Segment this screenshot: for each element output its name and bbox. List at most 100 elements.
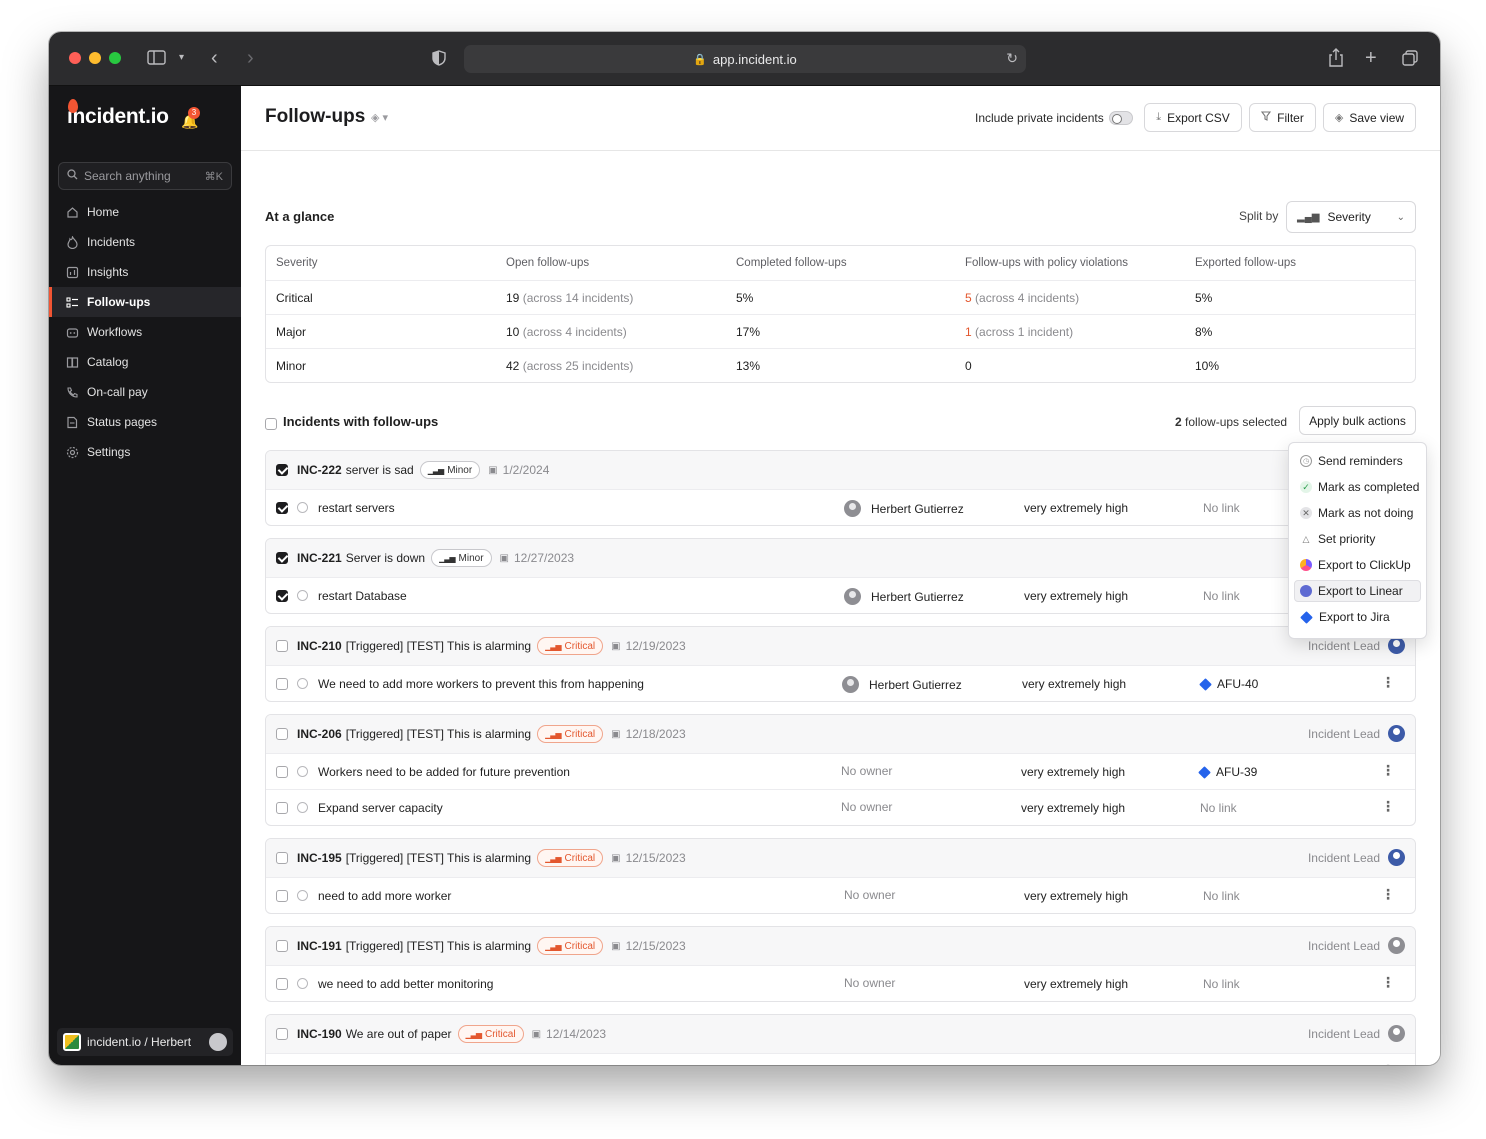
avatar[interactable] [1388, 849, 1405, 866]
sidebar-item-on-call-pay[interactable]: On-call pay [49, 377, 241, 407]
follow-up-owner[interactable]: No owner [841, 800, 892, 814]
incident-group-header[interactable]: INC-210 [Triggered] [TEST] This is alarm… [266, 627, 1415, 665]
export-csv-button[interactable]: ⤓ Export CSV [1144, 103, 1242, 132]
follow-up-checkbox[interactable] [276, 501, 288, 514]
back-icon[interactable]: ‹ [211, 46, 218, 70]
follow-up-owner[interactable]: Herbert Gutierrez [842, 676, 962, 693]
filter-button[interactable]: Filter [1249, 103, 1316, 132]
follow-up-owner[interactable]: No owner [841, 1064, 892, 1065]
follow-up-checkbox[interactable] [276, 889, 288, 902]
incident-ref[interactable]: INC-222 [297, 463, 342, 477]
incident-title[interactable]: server is sad [346, 463, 414, 477]
incident-group-header[interactable]: INC-191 [Triggered] [TEST] This is alarm… [266, 927, 1415, 965]
status-circle-icon[interactable] [297, 978, 308, 989]
minimize-window-button[interactable] [89, 52, 101, 64]
sidebar-item-status-pages[interactable]: Status pages [49, 407, 241, 437]
incident-group-header[interactable]: INC-222 server is sad ▁▃▅ Minor ▣ 1/2/2024 [266, 451, 1415, 489]
follow-up-link[interactable]: No link [1200, 801, 1237, 815]
sidebar-toggle-icon[interactable] [147, 46, 167, 70]
private-incidents-toggle[interactable] [1109, 111, 1133, 125]
incident-group-header[interactable]: INC-195 [Triggered] [TEST] This is alarm… [266, 839, 1415, 877]
incident-ref[interactable]: INC-221 [297, 551, 342, 565]
follow-up-row[interactable]: need to add more worker No owner very ex… [266, 877, 1415, 913]
avatar[interactable] [1388, 637, 1405, 654]
menu-item-mark-completed[interactable]: ✓ Mark as completed [1294, 476, 1421, 498]
follow-up-priority[interactable]: very extremely high [1024, 589, 1128, 603]
follow-up-owner[interactable]: Herbert Gutierrez [844, 500, 964, 517]
follow-up-link[interactable]: No link [1203, 889, 1240, 903]
menu-item-set-priority[interactable]: △ Set priority [1294, 528, 1421, 550]
status-circle-icon[interactable] [297, 890, 308, 901]
avatar[interactable] [209, 1033, 227, 1051]
incident-checkbox[interactable] [276, 640, 288, 652]
follow-up-owner[interactable]: No owner [844, 888, 895, 902]
share-icon[interactable] [1327, 46, 1345, 70]
avatar[interactable] [1388, 725, 1405, 742]
address-bar[interactable]: 🔒 app.incident.io ↻ [464, 45, 1026, 73]
follow-up-owner[interactable]: No owner [841, 764, 892, 778]
tabs-overview-icon[interactable] [1401, 46, 1419, 70]
incident-title[interactable]: Server is down [346, 551, 425, 565]
more-options-icon[interactable]: ⋮ [1381, 975, 1395, 989]
split-by-select[interactable]: ▂▄▆ Severity ⌄ [1286, 201, 1416, 233]
incident-ref[interactable]: INC-195 [297, 851, 342, 865]
follow-up-link[interactable]: No link [1203, 589, 1240, 603]
maximize-window-button[interactable] [109, 52, 121, 64]
avatar[interactable] [1388, 937, 1405, 954]
incident-group-header[interactable]: INC-206 [Triggered] [TEST] This is alarm… [266, 715, 1415, 753]
sidebar-item-catalog[interactable]: Catalog [49, 347, 241, 377]
incident-io-logo[interactable]: incident.io [67, 99, 169, 129]
status-circle-icon[interactable] [297, 590, 308, 601]
follow-up-checkbox[interactable] [276, 801, 288, 814]
avatar[interactable] [1388, 1025, 1405, 1042]
follow-up-row[interactable]: Workers need to be added for future prev… [266, 753, 1415, 789]
sidebar-item-workflows[interactable]: Workflows [49, 317, 241, 347]
follow-up-checkbox[interactable] [276, 977, 288, 990]
menu-item-export-clickup[interactable]: Export to ClickUp [1294, 554, 1421, 576]
incident-group-header[interactable]: INC-190 We are out of paper ▁▃▅ Critical … [266, 1015, 1415, 1053]
incident-title[interactable]: [Triggered] [TEST] This is alarming [346, 939, 531, 953]
forward-icon[interactable]: › [247, 46, 254, 70]
sidebar-item-home[interactable]: Home [49, 197, 241, 227]
more-options-icon[interactable]: ⋮ [1381, 887, 1395, 901]
follow-up-link[interactable]: No link [1203, 501, 1240, 515]
incident-ref[interactable]: INC-190 [297, 1027, 342, 1041]
follow-up-row[interactable]: Expand server capacity No owner very ext… [266, 789, 1415, 825]
incident-title[interactable]: [Triggered] [TEST] This is alarming [346, 727, 531, 741]
follow-up-row[interactable]: We need to add more workers to prevent t… [266, 665, 1415, 701]
follow-up-row[interactable]: restart servers Herbert Gutierrez very e… [266, 489, 1415, 525]
chevron-down-icon[interactable]: ▾ [179, 46, 184, 70]
more-options-icon[interactable]: ⋮ [1381, 1063, 1395, 1065]
follow-up-row[interactable]: restart Database Herbert Gutierrez very … [266, 577, 1415, 613]
follow-up-priority[interactable]: very extremely high [1024, 889, 1128, 903]
apply-bulk-actions-button[interactable]: Apply bulk actions [1299, 406, 1416, 435]
follow-up-link[interactable]: AFU-40 [1199, 677, 1258, 691]
status-circle-icon[interactable] [297, 802, 308, 813]
incident-checkbox[interactable] [276, 728, 288, 740]
follow-up-title[interactable]: we need to add better monitoring [318, 977, 493, 991]
status-circle-icon[interactable] [297, 766, 308, 777]
incident-checkbox[interactable] [276, 464, 288, 476]
follow-up-link[interactable]: AFU-39 [1198, 765, 1257, 779]
select-all-checkbox[interactable] [265, 416, 277, 430]
menu-item-export-linear[interactable]: Export to Linear [1294, 580, 1421, 602]
workspace-switcher[interactable]: incident.io / Herbert [57, 1028, 233, 1056]
more-options-icon[interactable]: ⋮ [1381, 675, 1395, 689]
follow-up-title[interactable]: need to add more worker [318, 889, 451, 903]
follow-up-checkbox[interactable] [276, 765, 288, 778]
more-options-icon[interactable]: ⋮ [1381, 763, 1395, 777]
follow-up-row[interactable]: we need to buy even more paper No owner … [266, 1053, 1415, 1065]
follow-up-priority[interactable]: very extremely high [1024, 501, 1128, 515]
sidebar-item-insights[interactable]: Insights [49, 257, 241, 287]
follow-up-priority[interactable]: very extremely high [1021, 765, 1125, 779]
new-tab-icon[interactable]: + [1365, 46, 1377, 70]
follow-up-owner[interactable]: No owner [844, 976, 895, 990]
view-stack-icon[interactable]: ◈ ▾ [371, 111, 388, 124]
follow-up-owner[interactable]: Herbert Gutierrez [844, 588, 964, 605]
follow-up-row[interactable]: we need to add better monitoring No owne… [266, 965, 1415, 1001]
more-options-icon[interactable]: ⋮ [1381, 799, 1395, 813]
follow-up-priority[interactable]: very extremely high [1024, 977, 1128, 991]
sidebar-item-incidents[interactable]: Incidents [49, 227, 241, 257]
sidebar-item-follow-ups[interactable]: Follow-ups [49, 287, 241, 317]
incident-checkbox[interactable] [276, 552, 288, 564]
